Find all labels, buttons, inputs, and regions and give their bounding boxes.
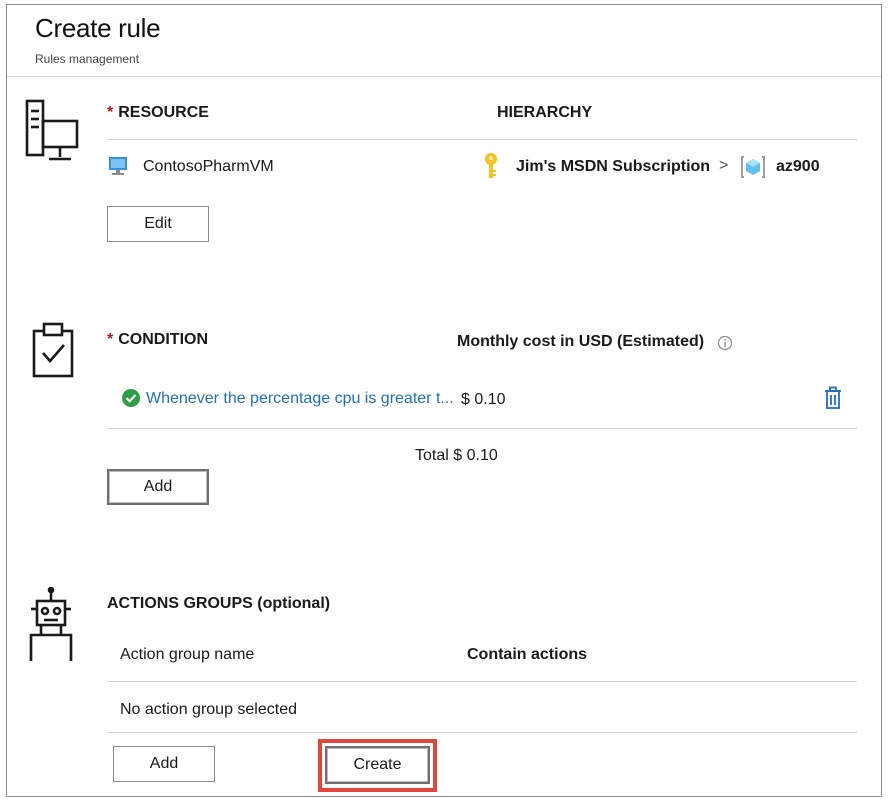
info-icon[interactable] <box>717 335 733 356</box>
add-condition-button[interactable]: Add <box>107 469 209 505</box>
divider <box>107 139 857 140</box>
hierarchy-label: HIERARCHY <box>497 104 593 121</box>
resource-group-name: az900 <box>776 158 820 175</box>
required-marker: * <box>107 104 114 121</box>
actions-groups-label: ACTIONS GROUPS (optional) <box>107 595 331 612</box>
clipboard-check-icon <box>31 321 75 384</box>
check-circle-icon <box>121 388 141 413</box>
key-icon <box>483 152 499 185</box>
create-rule-panel: Create rule Rules management * RESOURCE H… <box>6 4 882 797</box>
condition-link[interactable]: Whenever the percentage cpu is greater t… <box>146 390 454 408</box>
column-header-contain-actions: Contain actions <box>467 646 588 663</box>
vm-icon <box>107 155 129 182</box>
resource-group-icon <box>740 154 766 185</box>
vm-name: ContosoPharmVM <box>143 158 274 175</box>
condition-cost: $ 0.10 <box>461 391 506 408</box>
breadcrumb-separator: > <box>719 157 729 174</box>
delete-icon[interactable] <box>824 386 842 415</box>
panel-header: Create rule Rules management <box>7 5 881 77</box>
edit-resource-button[interactable]: Edit <box>107 206 209 242</box>
create-button[interactable]: Create <box>325 746 430 784</box>
cost-header: Monthly cost in USD (Estimated) <box>457 333 705 350</box>
empty-action-group-text: No action group selected <box>120 701 297 718</box>
resource-label: * RESOURCE <box>107 104 209 121</box>
robot-icon <box>27 586 79 670</box>
page-subtitle: Rules management <box>35 52 140 66</box>
total-cost: Total $ 0.10 <box>415 447 498 464</box>
subscription-name: Jim's MSDN Subscription <box>516 158 711 175</box>
add-action-group-button[interactable]: Add <box>113 746 215 782</box>
divider <box>107 428 857 429</box>
server-monitor-icon <box>25 99 81 170</box>
required-marker: * <box>107 331 114 348</box>
page-title: Create rule <box>35 13 161 43</box>
divider <box>107 732 857 733</box>
condition-label: * CONDITION <box>107 331 209 348</box>
column-header-action-group-name: Action group name <box>120 646 255 663</box>
divider <box>107 681 857 682</box>
